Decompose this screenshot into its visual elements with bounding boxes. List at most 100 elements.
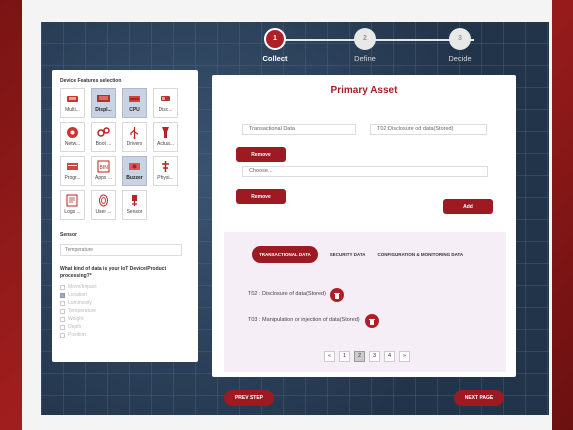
page-prev[interactable]: « [324, 351, 335, 362]
feature-program[interactable]: Progr... [60, 156, 85, 186]
threat-row-text: T03 : Manipulation or injection of data(… [248, 317, 360, 323]
option-label: Move/Impact [68, 284, 97, 290]
usb-icon [130, 127, 139, 139]
feature-label: Drivers [126, 141, 143, 147]
feature-buzzer[interactable]: Buzzer [122, 156, 147, 186]
step-label: Define [354, 54, 376, 63]
feature-display[interactable]: Displ... [91, 88, 116, 118]
sensor-icon [132, 195, 137, 206]
delete-button[interactable] [365, 314, 379, 328]
checkbox[interactable] [60, 316, 65, 322]
prev-step-button[interactable]: PREV STEP [224, 390, 274, 406]
checkbox[interactable] [60, 284, 65, 290]
network-icon [67, 127, 78, 138]
step-define[interactable]: 2 Define [330, 28, 400, 63]
step-number: 2 [354, 28, 376, 50]
feature-grid: Multi... Displ... CPU Disc... Netw... Bo… [60, 88, 190, 220]
pagination: « 1 2 3 4 » [324, 351, 410, 362]
option-label: Luminosity [68, 300, 92, 306]
feature-label: Actua... [157, 141, 174, 147]
feature-label: Disc... [158, 107, 173, 113]
disc-icon [161, 96, 170, 101]
tab-security-data[interactable]: SECURITY DATA [330, 252, 366, 257]
feature-drivers[interactable]: Drivers [122, 122, 147, 152]
tab-configuration-monitoring[interactable]: CONFIGURATION & MONITORING DATA [378, 252, 464, 257]
next-page-button[interactable]: NEXT PAGE [454, 390, 504, 406]
feature-cpu[interactable]: CPU [122, 88, 147, 118]
add-button[interactable]: Add [443, 199, 493, 214]
stepper: 1 Collect 2 Define 3 Decide [240, 28, 500, 68]
feature-multimedia[interactable]: Multi... [60, 88, 85, 118]
threat-field[interactable]: T02:Disclosure od data(Stored) [370, 124, 487, 135]
threat-row-text: T02 : Disclosure of data(Stored) [248, 291, 326, 297]
feature-logs[interactable]: Logs ... [60, 190, 85, 220]
option-label: Depth [68, 324, 82, 330]
data-type-options: Move/Impact Location Luminosity Temperat… [60, 283, 190, 339]
feature-label: Multi... [65, 107, 80, 113]
feature-boot[interactable]: Boot ... [91, 122, 116, 152]
fingerprint-icon [99, 194, 108, 207]
binary-icon: BIN [97, 160, 110, 173]
feature-sensor[interactable]: Sensor [122, 190, 147, 220]
physical-icon [162, 161, 169, 172]
checkbox[interactable] [60, 292, 65, 298]
feature-label: Logs ... [64, 209, 81, 215]
feature-label: Displ... [95, 107, 112, 113]
option-depth[interactable]: Depth [60, 323, 190, 331]
option-label: Position [68, 332, 86, 338]
feature-label: Apps ... [95, 175, 112, 181]
feature-user[interactable]: User ... [91, 190, 116, 220]
svg-text:BIN: BIN [100, 165, 109, 171]
feature-actuator[interactable]: Actua... [153, 122, 178, 152]
logs-icon [66, 194, 78, 207]
checkbox[interactable] [60, 300, 65, 306]
feature-physical[interactable]: Physi... [153, 156, 178, 186]
option-luminosity[interactable]: Luminosity [60, 299, 190, 307]
boot-icon [97, 127, 110, 137]
feature-apps[interactable]: BIN Apps ... [91, 156, 116, 186]
option-location[interactable]: Location [60, 291, 190, 299]
step-number: 3 [449, 28, 471, 50]
remove-button[interactable]: Remove [236, 189, 286, 204]
sensor-input[interactable]: Temperature [60, 244, 182, 256]
step-decide[interactable]: 3 Decide [425, 28, 495, 63]
checkbox[interactable] [60, 308, 65, 314]
option-label: Weight [68, 316, 84, 322]
delete-button[interactable] [330, 288, 344, 302]
feature-network[interactable]: Netw... [60, 122, 85, 152]
trash-icon [334, 292, 340, 299]
checkbox[interactable] [60, 332, 65, 338]
feature-label: CPU [129, 107, 140, 113]
cpu-icon [129, 96, 140, 102]
remove-button[interactable]: Remove [236, 147, 286, 162]
data-type-question: What kind of data is your IoT Device/Pro… [60, 266, 167, 279]
program-icon [67, 163, 78, 170]
tab-transactional-data[interactable]: TRANSACTIONAL DATA [252, 246, 318, 263]
step-label: Collect [262, 54, 288, 63]
page-1[interactable]: 1 [339, 351, 350, 362]
page-next[interactable]: » [399, 351, 410, 362]
sensor-title: Sensor [60, 232, 77, 238]
choose-select[interactable]: Choose... [242, 166, 488, 177]
feature-disc[interactable]: Disc... [153, 88, 178, 118]
features-title: Device Features selection [60, 78, 122, 84]
checkbox[interactable] [60, 324, 65, 330]
feature-label: Sensor [126, 209, 143, 215]
step-collect[interactable]: 1 Collect [240, 28, 310, 63]
feature-label: Progr... [64, 175, 81, 181]
page-3[interactable]: 3 [369, 351, 380, 362]
page-4[interactable]: 4 [384, 351, 395, 362]
page-title: Primary Asset [330, 85, 398, 96]
multimedia-icon [67, 96, 78, 102]
buzzer-icon [129, 163, 140, 170]
device-features-panel: Device Features selection Multi... Displ… [52, 70, 198, 362]
feature-label: Netw... [64, 141, 81, 147]
page-2[interactable]: 2 [354, 351, 365, 362]
option-position[interactable]: Position [60, 331, 190, 339]
feature-label: Buzzer [126, 175, 143, 181]
option-weight[interactable]: Weight [60, 315, 190, 323]
option-temperature[interactable]: Temperature [60, 307, 190, 315]
option-move-impact[interactable]: Move/Impact [60, 283, 190, 291]
trash-icon [369, 318, 375, 325]
asset-type-field[interactable]: Transactional Data [242, 124, 356, 135]
